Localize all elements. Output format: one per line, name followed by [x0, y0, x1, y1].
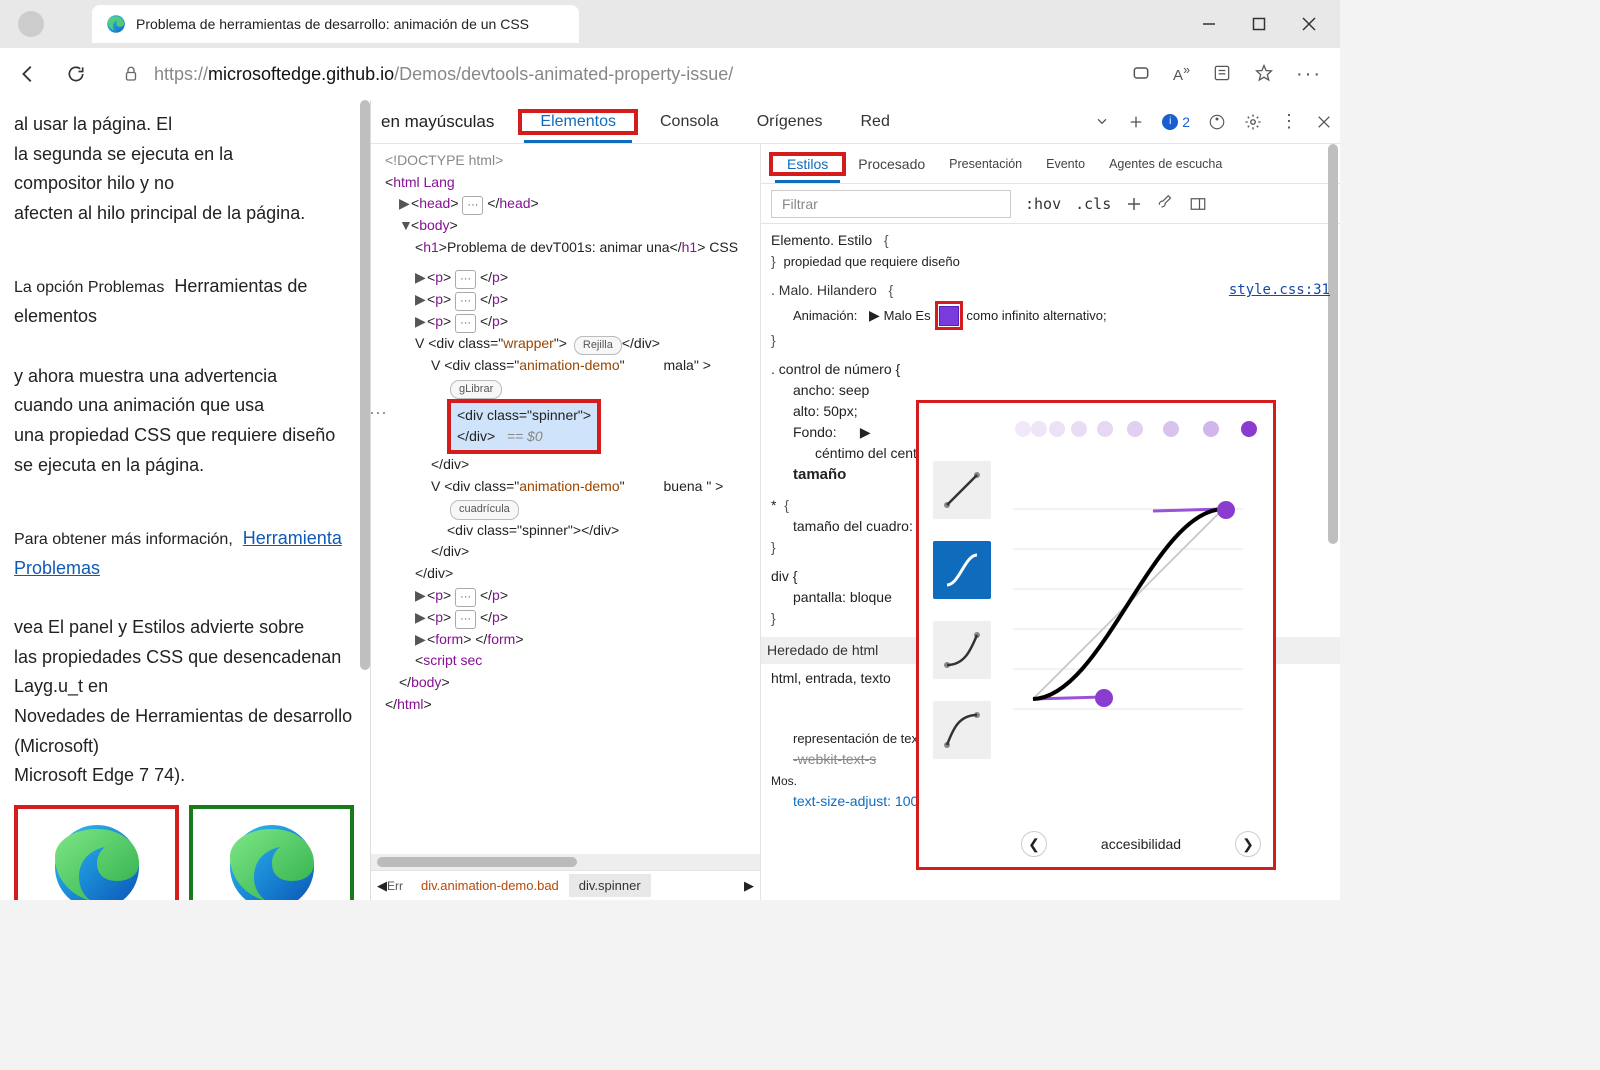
animation-preview-dots: [1013, 413, 1263, 449]
css-source-link[interactable]: style.css:31: [1229, 280, 1330, 301]
chevrons-icon[interactable]: [1094, 114, 1110, 130]
article-paragraph: La opción Problemas Herramientas de elem…: [14, 243, 358, 481]
minimize-icon[interactable]: [1202, 17, 1216, 31]
easing-presets: [919, 403, 1009, 867]
main-content: al usar la página. El la segunda se ejec…: [0, 100, 1340, 900]
dom-tree-pane: <!DOCTYPE html> <html Lang ▶<head> ··· <…: [371, 144, 761, 900]
scrollbar-thumb[interactable]: [360, 100, 370, 670]
profile-avatar-icon[interactable]: [18, 11, 44, 37]
bc-chevron-right-icon[interactable]: ▶: [744, 878, 754, 894]
close-icon[interactable]: [1302, 17, 1316, 31]
panel-icon[interactable]: [1189, 195, 1207, 213]
bezier-handle-p2[interactable]: [1217, 501, 1235, 519]
tab-console[interactable]: Consola: [644, 103, 735, 141]
subtab-styles[interactable]: Estilos: [775, 148, 840, 183]
refresh-button[interactable]: [58, 56, 94, 92]
article-paragraph: Para obtener más información, Herramient…: [14, 494, 358, 791]
edge-logo-icon: [42, 815, 152, 900]
bc-chevron-left-icon[interactable]: ◀: [377, 878, 387, 894]
dom-tree[interactable]: <!DOCTYPE html> <html Lang ▶<head> ··· <…: [371, 144, 760, 854]
issue-badge[interactable]: i2: [1162, 114, 1190, 130]
dom-breadcrumb: ◀ Err div.animation-demo.bad div.spinner…: [371, 870, 760, 900]
close-devtools-icon[interactable]: [1316, 114, 1332, 130]
subtab-computed[interactable]: Procesado: [846, 148, 937, 180]
url-tools: A» ···: [1131, 63, 1322, 86]
devtools-panel: en mayúsculas Elementos Consola Orígenes…: [370, 100, 1340, 900]
cubic-bezier-editor[interactable]: ❮ accesibilidad ❯: [916, 400, 1276, 870]
plus-icon[interactable]: [1128, 114, 1144, 130]
selected-dom-node[interactable]: <div class="spinner"> </div> == $0: [447, 399, 601, 454]
styles-sub-tabs: Estilos Procesado Presentación Evento Ag…: [761, 144, 1340, 184]
address-bar[interactable]: https://microsoftedge.github.io/Demos/de…: [106, 58, 1119, 91]
styles-tab-highlight: Estilos: [769, 152, 846, 176]
window-titlebar: Problema de herramientas de desarrollo: …: [0, 0, 1340, 48]
easing-next-button[interactable]: ❯: [1235, 831, 1261, 857]
app-icon[interactable]: [1131, 63, 1151, 83]
breadcrumb-item[interactable]: div.animation-demo.bad: [411, 874, 569, 897]
easing-label: accesibilidad: [1101, 834, 1181, 855]
kebab-icon[interactable]: ⋮: [1280, 111, 1298, 132]
logo-comparison: [14, 805, 358, 900]
devtools-tab-bar: en mayúsculas Elementos Consola Orígenes…: [371, 100, 1340, 144]
preset-linear[interactable]: [933, 461, 991, 519]
easing-curve-editor[interactable]: ❮ accesibilidad ❯: [1009, 403, 1273, 867]
good-logo-box: [189, 805, 354, 900]
tab-title-text: Problema de herramientas de desarrollo: …: [136, 16, 529, 32]
edge-logo-icon: [217, 815, 327, 900]
url-text: https://microsoftedge.github.io/Demos/de…: [154, 64, 733, 85]
easing-prev-button[interactable]: ❮: [1021, 831, 1047, 857]
reader-icon[interactable]: [1212, 63, 1232, 83]
styles-toolbar: Filtrar :hov .cls: [761, 184, 1340, 224]
bad-logo-box: [14, 805, 179, 900]
page-article: al usar la página. El la segunda se ejec…: [0, 100, 370, 900]
lock-icon: [122, 65, 140, 83]
favorite-icon[interactable]: [1254, 63, 1274, 83]
subtab-layout[interactable]: Presentación: [937, 149, 1034, 179]
plus-icon[interactable]: [1125, 195, 1143, 213]
edge-logo-icon: [106, 14, 126, 34]
cls-toggle[interactable]: .cls: [1075, 195, 1111, 213]
window-controls: [1202, 17, 1334, 31]
preset-ease-out[interactable]: [933, 701, 991, 759]
tab-elements[interactable]: Elementos: [524, 103, 632, 143]
read-aloud-icon[interactable]: A»: [1173, 63, 1190, 86]
cubic-bezier-icon[interactable]: [939, 306, 959, 326]
subtab-event[interactable]: Evento: [1034, 149, 1097, 179]
breadcrumb-item-selected[interactable]: div.spinner: [569, 874, 651, 897]
bezier-handle-p1[interactable]: [1095, 689, 1113, 707]
styles-pane: Estilos Procesado Presentación Evento Ag…: [761, 144, 1340, 900]
elements-tab-highlight: Elementos: [518, 109, 638, 135]
personalize-icon[interactable]: [1208, 113, 1226, 131]
styles-rules[interactable]: Elemento. Estilo { } propiedad que requi…: [761, 224, 1340, 900]
hov-toggle[interactable]: :hov: [1025, 195, 1061, 213]
preset-ease-in-out[interactable]: [933, 541, 991, 599]
dom-horizontal-scroll[interactable]: [371, 854, 760, 870]
easing-icon-highlight: [935, 301, 963, 330]
inspect-label: en mayúsculas: [379, 112, 494, 132]
back-button[interactable]: [10, 56, 46, 92]
brush-icon[interactable]: [1157, 195, 1175, 213]
preset-ease-in[interactable]: [933, 621, 991, 679]
maximize-icon[interactable]: [1252, 17, 1266, 31]
styles-filter-input[interactable]: Filtrar: [771, 190, 1011, 218]
gear-icon[interactable]: [1244, 113, 1262, 131]
browser-tab[interactable]: Problema de herramientas de desarrollo: …: [92, 5, 579, 43]
article-paragraph: al usar la página. El la segunda se ejec…: [14, 110, 358, 229]
more-icon[interactable]: ···: [1296, 63, 1322, 86]
subtab-listeners[interactable]: Agentes de escucha: [1097, 149, 1234, 179]
tab-sources[interactable]: Orígenes: [741, 103, 839, 141]
tab-network[interactable]: Red: [845, 103, 906, 141]
url-bar: https://microsoftedge.github.io/Demos/de…: [0, 48, 1340, 100]
